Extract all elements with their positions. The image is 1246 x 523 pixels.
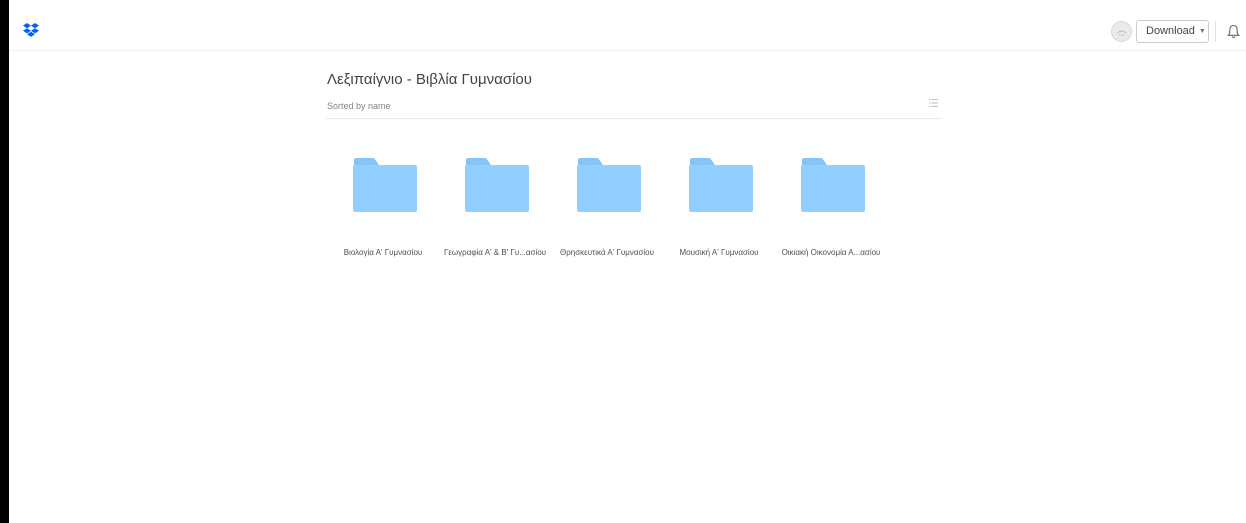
bell-icon[interactable] xyxy=(1227,24,1240,39)
folder-icon xyxy=(353,158,417,212)
folder-icon xyxy=(689,158,753,212)
dropbox-icon[interactable] xyxy=(23,23,39,37)
list-view-icon[interactable] xyxy=(929,99,938,107)
download-label: Download xyxy=(1146,25,1195,37)
avatar-glyph xyxy=(1116,30,1127,36)
sort-label[interactable]: Sorted by name xyxy=(327,101,391,111)
sort-bar: Sorted by name xyxy=(326,94,941,119)
folder-icon xyxy=(465,158,529,212)
user-avatar[interactable] xyxy=(1111,21,1132,42)
folder-icon xyxy=(577,158,641,212)
folder-item[interactable]: Θρησκευτικά Α' Γυμνασίου xyxy=(551,158,663,263)
folder-name: Οικιακή Οικονομία Α...ασίου xyxy=(781,248,881,257)
folder-item[interactable]: Βιολογία Α' Γυμνασίου xyxy=(327,158,439,263)
download-button[interactable]: Download ▼ xyxy=(1136,20,1209,43)
window-edge xyxy=(0,0,9,523)
folder-icon xyxy=(801,158,865,212)
top-bar: Download ▼ xyxy=(9,12,1246,51)
folder-item[interactable]: Οικιακή Οικονομία Α...ασίου xyxy=(775,158,887,263)
page-title: Λεξιπαίγνιο - Βιβλία Γυμνασίου xyxy=(327,71,532,88)
caret-down-icon: ▼ xyxy=(1198,28,1206,35)
toolbar-divider xyxy=(1215,21,1216,42)
folder-item[interactable]: Γεωγραφία Α' & Β' Γυ...ασίου xyxy=(439,158,551,263)
folder-item[interactable]: Μουσική Α' Γυμνασίου xyxy=(663,158,775,263)
